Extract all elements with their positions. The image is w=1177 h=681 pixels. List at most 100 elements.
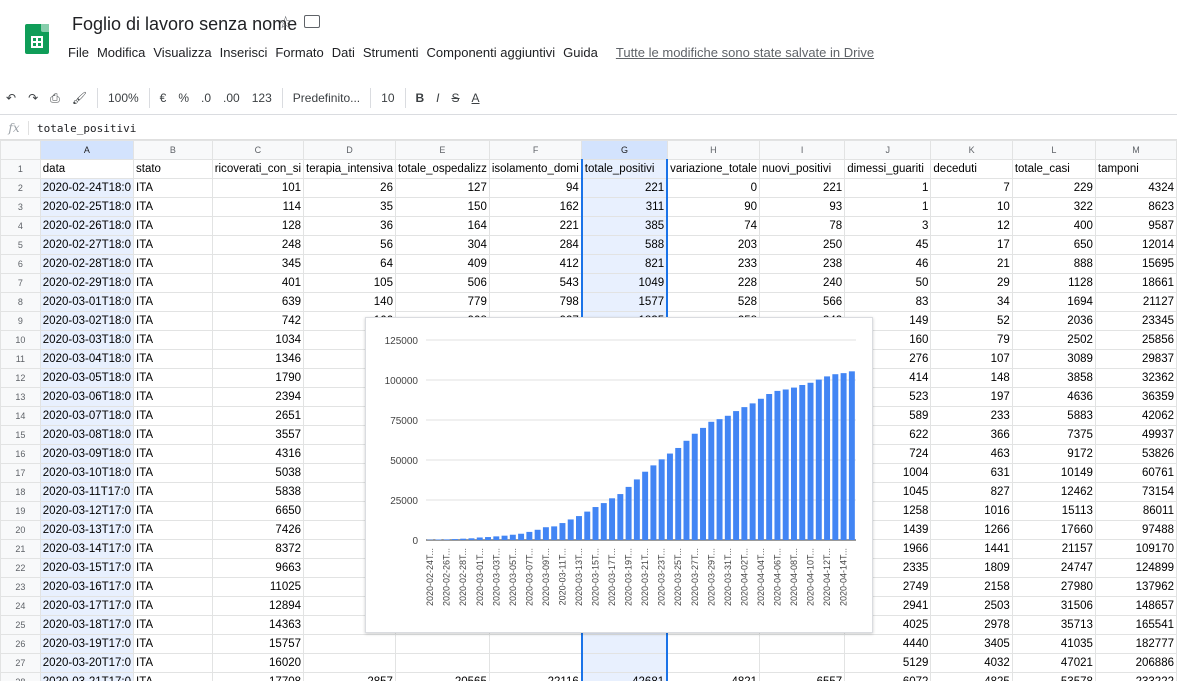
row-header[interactable]: 14 — [1, 407, 41, 426]
menu-modifica[interactable]: Modifica — [93, 42, 149, 64]
cell[interactable]: 1128 — [1012, 274, 1095, 293]
cell[interactable] — [582, 654, 667, 673]
cell[interactable]: 105 — [304, 274, 396, 293]
cell[interactable]: 27980 — [1012, 578, 1095, 597]
cell[interactable]: 21127 — [1095, 293, 1176, 312]
cell[interactable]: 821 — [582, 255, 667, 274]
column-header-c[interactable]: C — [212, 141, 303, 160]
cell[interactable]: 400 — [1012, 217, 1095, 236]
cell[interactable]: ITA — [134, 255, 213, 274]
cell[interactable]: 322 — [1012, 198, 1095, 217]
cell[interactable] — [582, 635, 667, 654]
cell[interactable]: stato — [134, 160, 213, 179]
cell[interactable]: 1034 — [212, 331, 303, 350]
cell[interactable]: ITA — [134, 426, 213, 445]
row-header[interactable]: 24 — [1, 597, 41, 616]
row-header[interactable]: 8 — [1, 293, 41, 312]
zoom-select[interactable]: 100% — [102, 91, 145, 105]
cell[interactable]: 140 — [304, 293, 396, 312]
cell[interactable]: 9587 — [1095, 217, 1176, 236]
cell[interactable]: 4821 — [667, 673, 759, 681]
cell[interactable]: ITA — [134, 198, 213, 217]
cell[interactable]: 385 — [582, 217, 667, 236]
row-header[interactable]: 7 — [1, 274, 41, 293]
row-header[interactable]: 19 — [1, 502, 41, 521]
cell[interactable]: ITA — [134, 597, 213, 616]
cell[interactable]: 36 — [304, 217, 396, 236]
row-header[interactable]: 4 — [1, 217, 41, 236]
cell[interactable]: 2978 — [931, 616, 1012, 635]
cell[interactable]: 45 — [845, 236, 931, 255]
cell[interactable]: 2503 — [931, 597, 1012, 616]
cell[interactable]: 15757 — [212, 635, 303, 654]
cell[interactable]: 6072 — [845, 673, 931, 681]
cell[interactable]: 12 — [931, 217, 1012, 236]
cell[interactable]: ITA — [134, 654, 213, 673]
cell[interactable]: 5883 — [1012, 407, 1095, 426]
cell[interactable]: 23345 — [1095, 312, 1176, 331]
cell[interactable] — [489, 635, 581, 654]
cell[interactable]: 229 — [1012, 179, 1095, 198]
column-header-m[interactable]: M — [1095, 141, 1176, 160]
cell[interactable]: 506 — [395, 274, 489, 293]
cell[interactable]: 26 — [304, 179, 396, 198]
cell[interactable]: 7426 — [212, 521, 303, 540]
cell[interactable]: 97488 — [1095, 521, 1176, 540]
cell[interactable]: 2020-03-11T17:0 — [40, 483, 133, 502]
cell[interactable]: 7375 — [1012, 426, 1095, 445]
cell[interactable]: 2020-03-06T18:0 — [40, 388, 133, 407]
cell[interactable]: 6557 — [760, 673, 845, 681]
cell[interactable]: 7 — [931, 179, 1012, 198]
cell[interactable]: 31506 — [1012, 597, 1095, 616]
cell[interactable]: 25856 — [1095, 331, 1176, 350]
cell[interactable]: 1 — [845, 198, 931, 217]
cell[interactable]: 101 — [212, 179, 303, 198]
cell[interactable]: 2020-02-28T18:0 — [40, 255, 133, 274]
menu-file[interactable]: File — [64, 42, 93, 64]
print-icon[interactable]: ⎙ — [44, 91, 66, 106]
row-header[interactable]: 17 — [1, 464, 41, 483]
row-header[interactable]: 26 — [1, 635, 41, 654]
cell[interactable]: ITA — [134, 179, 213, 198]
cell[interactable]: 221 — [760, 179, 845, 198]
cell[interactable]: 165541 — [1095, 616, 1176, 635]
chart[interactable]: 12500010000075000500002500002020-02-24T.… — [365, 317, 873, 633]
cell[interactable] — [760, 635, 845, 654]
cell[interactable]: 1694 — [1012, 293, 1095, 312]
cell[interactable]: 2502 — [1012, 331, 1095, 350]
cell[interactable]: 12894 — [212, 597, 303, 616]
cell[interactable]: 56 — [304, 236, 396, 255]
cell[interactable]: terapia_intensiva — [304, 160, 396, 179]
cell[interactable]: 20565 — [395, 673, 489, 681]
cell[interactable]: 8372 — [212, 540, 303, 559]
cell[interactable]: 240 — [760, 274, 845, 293]
cell[interactable]: 2857 — [304, 673, 396, 681]
cell[interactable]: 47021 — [1012, 654, 1095, 673]
cell[interactable]: 588 — [582, 236, 667, 255]
cell[interactable]: 86011 — [1095, 502, 1176, 521]
row-header[interactable]: 9 — [1, 312, 41, 331]
cell[interactable]: 36359 — [1095, 388, 1176, 407]
cell[interactable]: 2394 — [212, 388, 303, 407]
row-header[interactable]: 12 — [1, 369, 41, 388]
cell[interactable]: 78 — [760, 217, 845, 236]
row-header[interactable]: 5 — [1, 236, 41, 255]
select-all-corner[interactable] — [1, 141, 41, 160]
row-header[interactable]: 18 — [1, 483, 41, 502]
menu-visualizza[interactable]: Visualizza — [149, 42, 215, 64]
cell[interactable]: 4825 — [931, 673, 1012, 681]
cell[interactable]: 543 — [489, 274, 581, 293]
paint-format-icon[interactable]: 🖌 — [66, 91, 93, 105]
cell[interactable]: 29 — [931, 274, 1012, 293]
column-header-k[interactable]: K — [931, 141, 1012, 160]
cell[interactable]: 8623 — [1095, 198, 1176, 217]
cell[interactable]: ITA — [134, 445, 213, 464]
cell[interactable]: 3557 — [212, 426, 303, 445]
cell[interactable]: 15695 — [1095, 255, 1176, 274]
cell[interactable]: 60761 — [1095, 464, 1176, 483]
cell[interactable]: 162 — [489, 198, 581, 217]
sheets-logo[interactable] — [25, 24, 49, 54]
cell[interactable]: dimessi_guariti — [845, 160, 931, 179]
cell[interactable]: 221 — [489, 217, 581, 236]
cell[interactable]: 566 — [760, 293, 845, 312]
